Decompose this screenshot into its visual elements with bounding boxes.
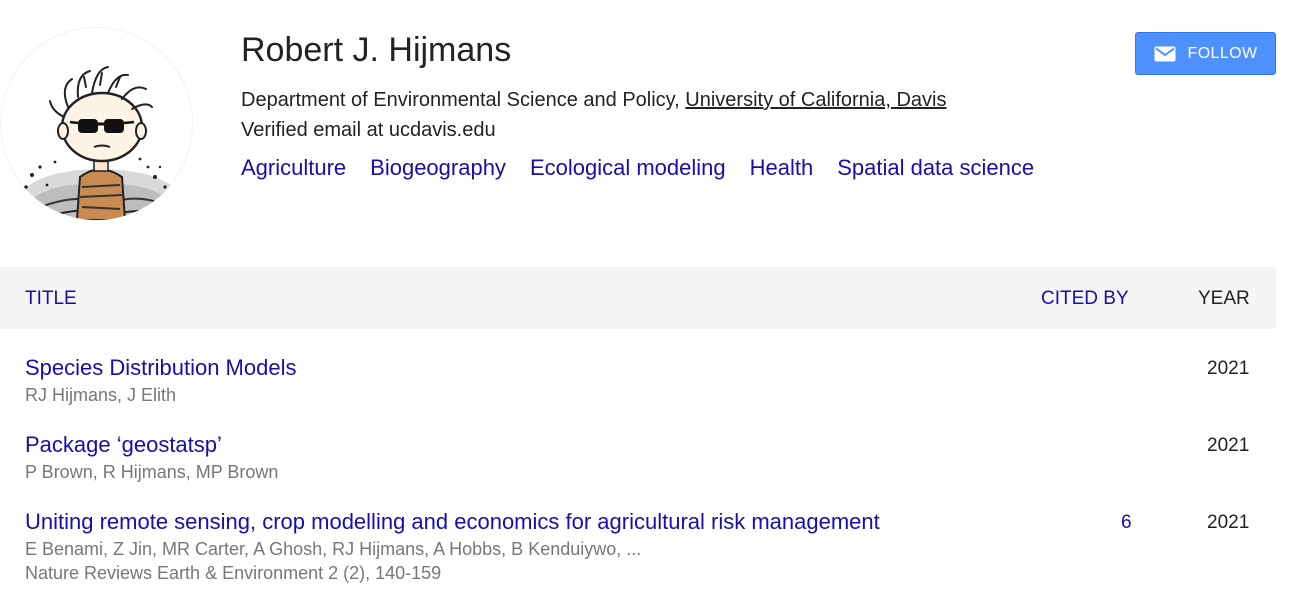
sort-by-year-header[interactable]: YEAR <box>1198 288 1250 310</box>
article-year: 2021 <box>1207 358 1250 379</box>
articles-table-header: TITLE CITED BY YEAR <box>0 267 1276 329</box>
sort-by-cited-header[interactable]: CITED BY <box>1041 288 1129 310</box>
interest-link-biogeography[interactable]: Biogeography <box>370 154 506 182</box>
interest-link-health[interactable]: Health <box>750 154 814 182</box>
article-title-link[interactable]: Species Distribution Models <box>25 355 296 381</box>
envelope-icon <box>1154 46 1176 61</box>
sort-by-title-header[interactable]: TITLE <box>25 288 77 310</box>
follow-label: FOLLOW <box>1187 44 1258 62</box>
verified-email: Verified email at ucdavis.edu <box>241 119 496 141</box>
article-cited-by[interactable]: 6 <box>1121 511 1132 535</box>
interest-link-spatial-data-science[interactable]: Spatial data science <box>837 154 1034 182</box>
affiliation-text: Department of Environmental Science and … <box>241 89 686 111</box>
article-authors: RJ Hijmans, J Elith <box>25 385 177 405</box>
profile-avatar <box>0 27 193 220</box>
article-venue: Nature Reviews Earth & Environment 2 (2)… <box>25 563 442 583</box>
profile-affiliation: Department of Environmental Science and … <box>241 87 947 113</box>
avatar-cartoon-icon <box>20 66 180 220</box>
profile-name: Robert J. Hijmans <box>241 31 512 69</box>
article-authors: E Benami, Z Jin, MR Carter, A Ghosh, RJ … <box>25 539 642 559</box>
interest-link-agriculture[interactable]: Agriculture <box>241 154 346 182</box>
affiliation-link[interactable]: University of California, Davis <box>685 89 946 111</box>
article-authors: P Brown, R Hijmans, MP Brown <box>25 462 279 482</box>
scholar-profile-page: Robert J. Hijmans Department of Environm… <box>0 0 1307 593</box>
article-title-link[interactable]: Package ‘geostatsp’ <box>25 432 222 458</box>
follow-button[interactable]: FOLLOW <box>1135 32 1276 75</box>
research-interests: Agriculture Biogeography Ecological mode… <box>241 154 1034 182</box>
article-year: 2021 <box>1207 512 1250 533</box>
article-year: 2021 <box>1207 435 1250 456</box>
interest-link-ecological-modeling[interactable]: Ecological modeling <box>530 154 726 182</box>
article-title-link[interactable]: Uniting remote sensing, crop modelling a… <box>25 509 880 535</box>
